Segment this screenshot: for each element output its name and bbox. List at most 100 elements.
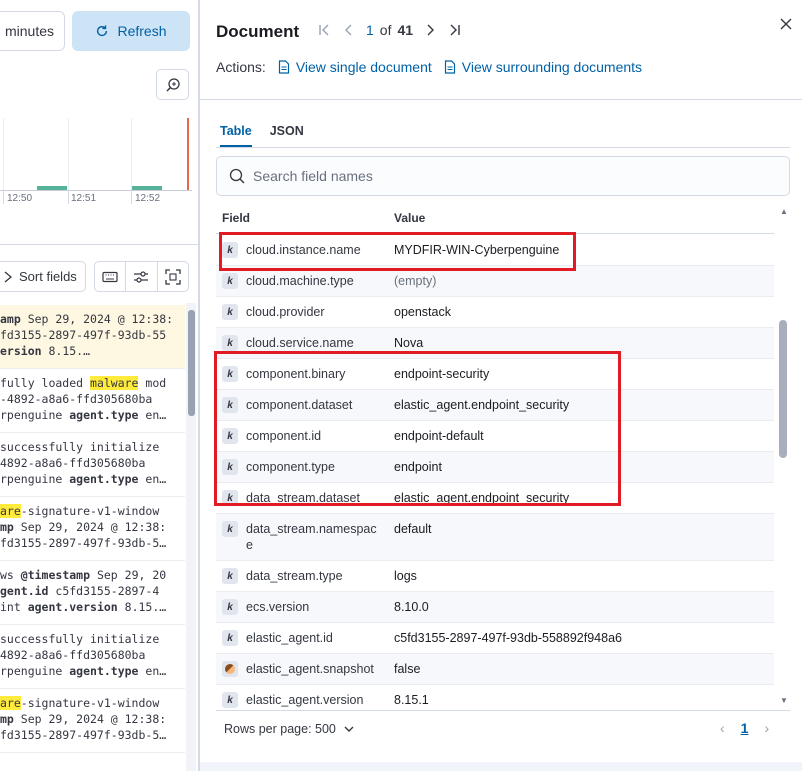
field-value: openstack: [394, 305, 451, 319]
keyword-type-icon: k: [222, 568, 238, 584]
scroll-down-arrow[interactable]: ▼: [780, 696, 788, 705]
inspect-button[interactable]: [156, 69, 189, 100]
field-value: MYDFIR-WIN-Cyberpenguine: [394, 243, 560, 257]
documents-icon: [444, 60, 455, 74]
field-row[interactable]: k cloud.machine.type (empty): [216, 266, 774, 297]
histogram-tick: [68, 190, 69, 204]
histogram-gridline: [3, 118, 4, 190]
field-name: ecs.version: [246, 600, 310, 614]
field-name: component.type: [246, 460, 335, 474]
histogram-tick-label: 12:52: [135, 193, 161, 204]
close-icon[interactable]: [778, 16, 794, 32]
field-value: default: [394, 522, 432, 536]
search-icon: [229, 168, 245, 184]
table-scrollbar-thumb[interactable]: [188, 310, 195, 416]
table-row[interactable]: ws @timestamp Sep 29, 20 gent.id c5fd315…: [0, 561, 185, 625]
document-icon: [278, 60, 289, 74]
refresh-button[interactable]: Refresh: [72, 11, 190, 51]
table-row[interactable]: successfully initialize 4892-a8a6-ffd305…: [0, 433, 185, 497]
field-row[interactable]: k component.id endpoint-default: [216, 421, 774, 452]
previous-page-icon[interactable]: [342, 23, 354, 37]
tabs-divider: [216, 147, 790, 148]
field-row[interactable]: k elastic_agent.id c5fd3155-2897-497f-93db…: [216, 623, 774, 654]
discover-panel: minutes Refresh 12:50 12:51 12:52 Sort f…: [0, 0, 199, 771]
display-settings-button[interactable]: [126, 262, 158, 291]
fullscreen-button[interactable]: [158, 262, 188, 291]
last-page-icon[interactable]: [449, 23, 461, 37]
table-row[interactable]: successfully initialize 4892-a8a6-ffd305…: [0, 625, 185, 689]
field-row[interactable]: k cloud.provider openstack: [216, 297, 774, 328]
tab-table[interactable]: Table: [220, 124, 252, 147]
pager-total[interactable]: 41: [397, 22, 413, 38]
sort-fields-button[interactable]: Sort fields: [0, 261, 86, 292]
field-name-cell: elastic_agent.snapshot: [216, 654, 394, 684]
keyword-type-icon: k: [222, 242, 238, 258]
field-value: logs: [394, 569, 417, 583]
field-name-cell: k component.id: [216, 421, 394, 451]
field-row[interactable]: k elastic_agent.version 8.15.1: [216, 685, 774, 710]
field-name: data_stream.type: [246, 569, 343, 583]
field-name-cell: k cloud.machine.type: [216, 266, 394, 296]
field-table-scrollbar-thumb[interactable]: [779, 320, 787, 458]
field-value: elastic_agent.endpoint_security: [394, 491, 570, 505]
keyboard-shortcuts-button[interactable]: [95, 262, 127, 291]
field-row[interactable]: k component.binary endpoint-security: [216, 359, 774, 390]
actions-bar: Actions: View single document View surro…: [216, 59, 642, 75]
time-range-button[interactable]: minutes: [0, 11, 65, 51]
keyword-type-icon: k: [222, 428, 238, 444]
histogram-tick: [3, 190, 4, 204]
previous-page-arrow-icon[interactable]: ‹: [720, 720, 725, 736]
table-row[interactable]: fully loaded malware mod -4892-a8a6-ffd3…: [0, 369, 185, 433]
tab-json[interactable]: JSON: [270, 124, 304, 147]
rows-per-page-selector[interactable]: Rows per page: 500: [224, 722, 354, 736]
field-row[interactable]: k ecs.version 8.10.0: [216, 592, 774, 623]
keyword-type-icon: k: [222, 692, 238, 708]
boolean-type-icon: [222, 661, 238, 677]
field-row[interactable]: k data_stream.type logs: [216, 561, 774, 592]
field-name: cloud.provider: [246, 305, 325, 319]
keyword-type-icon: k: [222, 273, 238, 289]
field-value: endpoint: [394, 460, 442, 474]
next-page-icon[interactable]: [425, 23, 437, 37]
field-table-pagination: ‹ 1 ›: [720, 720, 769, 736]
field-row[interactable]: elastic_agent.snapshot false: [216, 654, 774, 685]
field-name: data_stream.dataset: [246, 491, 360, 505]
histogram-gridline: [68, 118, 69, 190]
field-row[interactable]: k data_stream.dataset elastic_agent.endpoi…: [216, 483, 774, 514]
keyword-type-icon: k: [222, 459, 238, 475]
keyword-type-icon: k: [222, 630, 238, 646]
field-value: 8.15.1: [394, 693, 429, 707]
column-header-field: Field: [222, 211, 251, 225]
field-name-cell: k cloud.service.name: [216, 328, 394, 358]
refresh-label: Refresh: [117, 23, 167, 39]
sort-fields-label: Sort fields: [19, 269, 77, 284]
footer-divider: [216, 710, 790, 711]
keyword-type-icon: k: [222, 521, 238, 537]
page-number[interactable]: 1: [741, 720, 749, 736]
keyword-type-icon: k: [222, 490, 238, 506]
sort-icon: [4, 271, 13, 282]
next-page-arrow-icon[interactable]: ›: [764, 720, 769, 736]
table-row[interactable]: are-signature-v1-window mp Sep 29, 2024 …: [0, 497, 185, 561]
first-page-icon[interactable]: [318, 23, 330, 37]
field-row[interactable]: k data_stream.namespace default: [216, 514, 774, 561]
search-input[interactable]: [253, 168, 753, 184]
field-row[interactable]: k cloud.service.name Nova: [216, 328, 774, 359]
field-row[interactable]: k component.dataset elastic_agent.endpoint…: [216, 390, 774, 421]
view-surrounding-documents-link[interactable]: View surrounding documents: [444, 59, 642, 75]
flyout-tabs: Table JSON: [220, 124, 304, 147]
field-value: c5fd3155-2897-497f-93db-558892f948a6: [394, 631, 622, 645]
search-field-names[interactable]: [216, 156, 790, 196]
table-row[interactable]: amp Sep 29, 2024 @ 12:38: fd3155-2897-49…: [0, 305, 185, 369]
histogram-axis: [0, 190, 192, 191]
field-table-header: Field Value: [216, 208, 774, 234]
scroll-up-arrow[interactable]: ▲: [780, 207, 788, 216]
keyword-type-icon: k: [222, 304, 238, 320]
view-single-document-link[interactable]: View single document: [278, 59, 432, 75]
field-row[interactable]: k component.type endpoint: [216, 452, 774, 483]
field-row[interactable]: k cloud.instance.name MYDFIR-WIN-Cyberpeng…: [216, 235, 774, 266]
table-row[interactable]: are-signature-v1-window mp Sep 29, 2024 …: [0, 689, 185, 753]
histogram-tick: [131, 190, 132, 204]
pager-current[interactable]: 1: [366, 22, 374, 38]
flyout-divider: [200, 99, 802, 100]
